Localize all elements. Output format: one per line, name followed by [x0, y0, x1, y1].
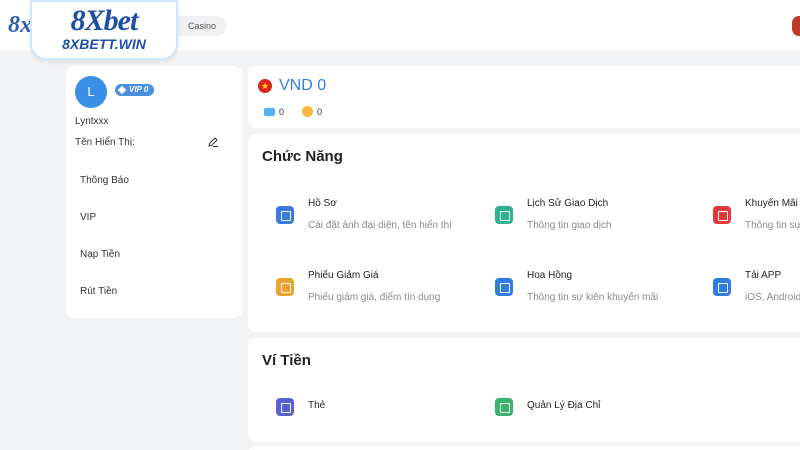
next-card-edge [248, 446, 800, 450]
feature-desc: iOS, Android [745, 292, 800, 303]
sidebar-item-vip[interactable]: VIP [66, 199, 242, 236]
logo-sub-text: 8XBETT.WIN [62, 36, 146, 52]
qr-code-icon [495, 398, 513, 416]
balance-amount: VND 0 [279, 77, 327, 94]
wallet-cards[interactable]: Thẻ [276, 398, 476, 422]
header-logo-text[interactable]: 8x [8, 12, 32, 39]
features-card: Chức Năng Hồ Sơ Cài đặt ảnh đại diện, tê… [248, 134, 800, 332]
wallet-item-title: Quản Lý Địa Chỉ [527, 400, 601, 411]
sidebar-item-deposit[interactable]: Nạp Tiền [66, 236, 242, 273]
feature-coupons[interactable]: Phiếu Giảm Giá Phiếu giảm giá, điểm tín … [276, 270, 476, 303]
feature-desc: Thông tin sự kiện khuyến mãi [527, 292, 659, 303]
vip-badge[interactable]: VIP 0 [115, 84, 155, 96]
feature-promotions[interactable]: Khuyến Mãi Thông tin sự [713, 196, 800, 236]
logo-main-text: 8Xbet [70, 4, 139, 37]
feature-title: Khuyến Mãi [745, 198, 798, 209]
user-menu-icon[interactable] [792, 16, 800, 36]
feature-title: Hoa Hồng [527, 270, 573, 281]
wallet-address-management[interactable]: Quản Lý Địa Chỉ [495, 398, 695, 422]
feature-profile[interactable]: Hồ Sơ Cài đặt ảnh đại diện, tên hiển thị [276, 198, 476, 231]
features-title: Chức Năng [262, 148, 343, 165]
avatar[interactable]: L [75, 76, 107, 108]
feature-title: Tải APP [745, 270, 782, 281]
receipt-icon [495, 206, 513, 224]
feature-desc: Phiếu giảm giá, điểm tín dụng [308, 292, 441, 303]
feature-commission[interactable]: Hoa Hồng Thông tin sự kiện khuyến mãi [495, 270, 695, 303]
feature-transaction-history[interactable]: Lịch Sử Giao Dịch Thông tin giao dịch [495, 198, 695, 231]
coin-count: 0 [317, 107, 323, 117]
feature-desc: Cài đặt ảnh đại diện, tên hiển thị [308, 220, 452, 231]
feature-desc: Thông tin giao dịch [527, 220, 612, 231]
share-arrow-icon [495, 278, 513, 296]
wallet-card: Ví Tiền Thẻ Quản Lý Địa Chỉ [248, 338, 800, 442]
card-icon [276, 398, 294, 416]
display-name-label: Tên Hiển Thị: [75, 137, 135, 148]
phone-icon [713, 278, 731, 296]
balance-card: ★ VND 0 0 0 [248, 66, 800, 128]
sidebar-item-notifications[interactable]: Thông Báo [66, 162, 242, 199]
coupon-icon [276, 278, 294, 296]
username: Lyntxxx [75, 116, 109, 127]
edit-pencil-icon[interactable] [207, 136, 219, 148]
coin-icon [302, 106, 313, 117]
wallet-title: Ví Tiền [262, 352, 311, 369]
vietnam-flag-icon: ★ [258, 79, 272, 93]
feature-title: Phiếu Giảm Giá [308, 270, 379, 281]
vip-label: VIP 0 [129, 85, 149, 94]
gift-icon [713, 206, 731, 224]
ticket-icon [264, 108, 275, 116]
folder-icon [276, 206, 294, 224]
sidebar-item-withdraw[interactable]: Rút Tiền [66, 273, 242, 310]
feature-desc: Thông tin sự [745, 220, 800, 231]
diamond-icon [117, 85, 127, 95]
wallet-item-title: Thẻ [308, 400, 326, 411]
sidebar-menu: Thông Báo VIP Nạp Tiền Rút Tiền [66, 162, 242, 310]
feature-download-app[interactable]: Tải APP iOS, Android [713, 268, 800, 308]
ticket-count: 0 [279, 107, 285, 117]
feature-title: Lịch Sử Giao Dịch [527, 198, 609, 209]
profile-sidebar: L VIP 0 Lyntxxx Tên Hiển Thị: Thông Báo … [66, 66, 242, 318]
site-logo[interactable]: 8Xbet 8XBETT.WIN [30, 0, 178, 60]
feature-title: Hồ Sơ [308, 198, 337, 209]
